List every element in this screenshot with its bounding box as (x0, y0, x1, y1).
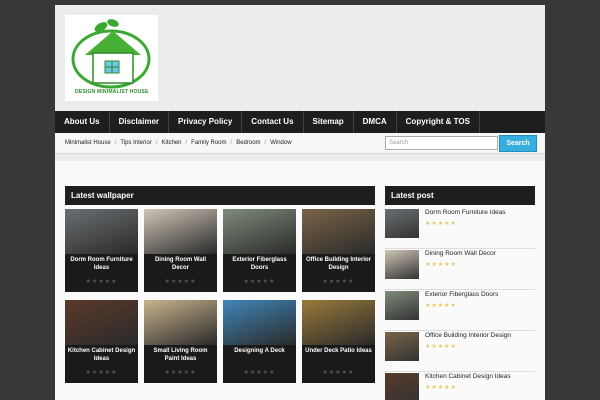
wallpaper-title[interactable]: Dorm Room Furniture Ideas (67, 256, 136, 272)
rating-stars: ★★★★★ (425, 385, 457, 391)
latest-post-item[interactable]: Exterior Fiberglass Doors ★★★★★ (385, 291, 535, 331)
rating-stars: ★★★★★ (164, 370, 197, 376)
latest-post-item[interactable]: Kitchen Cabinet Design Ideas ★★★★★ (385, 373, 535, 400)
main-nav: About Us Disclaimer Privacy Policy Conta… (55, 111, 545, 133)
wallpaper-card[interactable]: Office Building Interior Design ★★★★★ (302, 209, 375, 292)
wallpaper-card[interactable]: Small Living Room Paint Ideas ★★★★★ (144, 300, 217, 383)
wallpaper-title[interactable]: Exterior Fiberglass Doors (225, 256, 294, 272)
category-bar: Minimalist House / Tips Interior / Kitchen / F… (55, 133, 545, 154)
nav-copyright-tos[interactable]: Copyright & TOS (397, 111, 480, 133)
wallpaper-title[interactable]: Small Living Room Paint Ideas (146, 347, 215, 363)
post-thumbnail[interactable] (385, 291, 419, 320)
post-thumbnail[interactable] (385, 373, 419, 400)
crumb-window[interactable]: Window (270, 140, 291, 146)
latest-post-item[interactable]: Dining Room Wall Decor ★★★★★ (385, 250, 535, 290)
rating-stars: ★★★★★ (164, 279, 197, 285)
page-container: DESIGN MINIMALIST HOUSE About Us Disclai… (55, 5, 545, 400)
crumb-kitchen[interactable]: Kitchen (161, 140, 181, 146)
nav-disclaimer[interactable]: Disclaimer (110, 111, 170, 133)
wallpaper-thumbnail[interactable] (302, 300, 375, 345)
rating-stars: ★★★★★ (425, 344, 457, 350)
logo-text: DESIGN MINIMALIST HOUSE (75, 89, 149, 95)
search-button[interactable]: Search (499, 135, 537, 152)
wallpaper-card[interactable]: Kitchen Cabinet Design Ideas ★★★★★ (65, 300, 138, 383)
main-content: Latest wallpaper Dorm Room Furniture Ide… (55, 161, 545, 400)
rating-stars: ★★★★★ (425, 221, 457, 227)
rating-stars: ★★★★★ (322, 370, 355, 376)
latest-wallpaper-heading: Latest wallpaper (65, 186, 375, 205)
wallpaper-card[interactable]: Exterior Fiberglass Doors ★★★★★ (223, 209, 296, 292)
latest-post-item[interactable]: Dorm Room Furniture Ideas ★★★★★ (385, 209, 535, 249)
latest-post-heading: Latest post (385, 186, 535, 205)
wallpaper-thumbnail[interactable] (144, 300, 217, 345)
rating-stars: ★★★★★ (243, 279, 276, 285)
crumb-minimalist-house[interactable]: Minimalist House (65, 140, 111, 146)
wallpaper-title[interactable]: Dining Room Wall Decor (146, 256, 215, 272)
rating-stars: ★★★★★ (243, 370, 276, 376)
nav-privacy-policy[interactable]: Privacy Policy (169, 111, 243, 133)
wallpaper-thumbnail[interactable] (302, 209, 375, 254)
rating-stars: ★★★★★ (85, 279, 118, 285)
breadcrumb: Minimalist House / Tips Interior / Kitchen / F… (65, 140, 292, 146)
nav-about-us[interactable]: About Us (55, 111, 110, 133)
wallpaper-thumbnail[interactable] (223, 300, 296, 345)
rating-stars: ★★★★★ (322, 279, 355, 285)
site-header: DESIGN MINIMALIST HOUSE (55, 5, 545, 111)
post-title[interactable]: Exterior Fiberglass Doors (425, 291, 498, 298)
wallpaper-thumbnail[interactable] (65, 209, 138, 254)
search-input[interactable]: Search (385, 136, 498, 150)
wallpaper-title[interactable]: Under Deck Patio Ideas (304, 347, 373, 355)
post-title[interactable]: Dorm Room Furniture Ideas (425, 209, 506, 216)
crumb-bedroom[interactable]: Bedroom (236, 140, 260, 146)
wallpaper-thumbnail[interactable] (65, 300, 138, 345)
post-thumbnail[interactable] (385, 250, 419, 279)
post-title[interactable]: Kitchen Cabinet Design Ideas (425, 373, 511, 380)
nav-sitemap[interactable]: Sitemap (304, 111, 354, 133)
post-title[interactable]: Dining Room Wall Decor (425, 250, 496, 257)
rating-stars: ★★★★★ (425, 262, 457, 268)
wallpaper-card[interactable]: Dining Room Wall Decor ★★★★★ (144, 209, 217, 292)
post-title[interactable]: Office Building Interior Design (425, 332, 511, 339)
wallpaper-title[interactable]: Designing A Deck (225, 347, 294, 355)
nav-contact-us[interactable]: Contact Us (242, 111, 304, 133)
crumb-family-room[interactable]: Family Room (191, 140, 226, 146)
wallpaper-thumbnail[interactable] (144, 209, 217, 254)
site-logo[interactable]: DESIGN MINIMALIST HOUSE (65, 15, 158, 101)
crumb-tips-interior[interactable]: Tips Interior (120, 140, 151, 146)
wallpaper-card[interactable]: Designing A Deck ★★★★★ (223, 300, 296, 383)
latest-post-item[interactable]: Office Building Interior Design ★★★★★ (385, 332, 535, 372)
wallpaper-title[interactable]: Kitchen Cabinet Design Ideas (67, 347, 136, 363)
post-thumbnail[interactable] (385, 209, 419, 238)
rating-stars: ★★★★★ (85, 370, 118, 376)
rating-stars: ★★★★★ (425, 303, 457, 309)
post-thumbnail[interactable] (385, 332, 419, 361)
wallpaper-card[interactable]: Dorm Room Furniture Ideas ★★★★★ (65, 209, 138, 292)
wallpaper-thumbnail[interactable] (223, 209, 296, 254)
wallpaper-card[interactable]: Under Deck Patio Ideas ★★★★★ (302, 300, 375, 383)
wallpaper-title[interactable]: Office Building Interior Design (304, 256, 373, 272)
house-logo-icon (71, 19, 151, 89)
nav-dmca[interactable]: DMCA (354, 111, 397, 133)
